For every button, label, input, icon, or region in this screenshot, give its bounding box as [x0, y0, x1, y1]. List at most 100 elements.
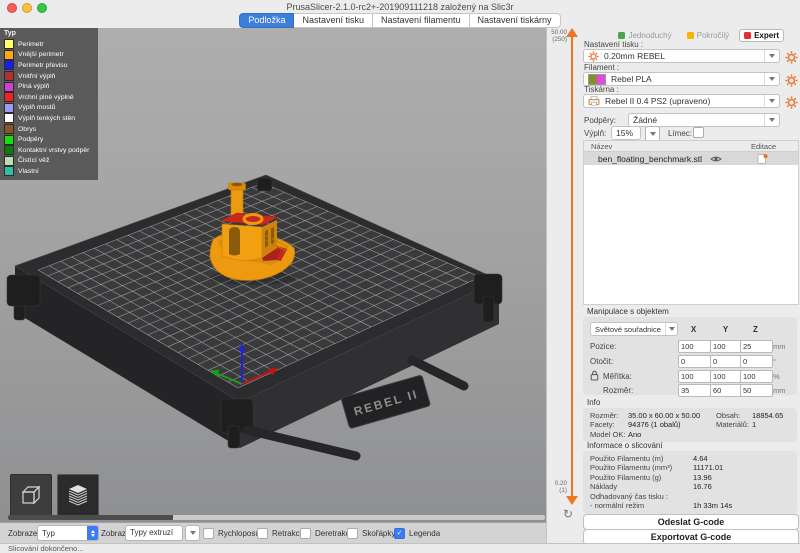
info-volume-label: Obsah:: [716, 411, 752, 420]
slider-reset-icon[interactable]: ↻: [563, 508, 573, 520]
mode-expert-button[interactable]: Expert: [739, 29, 784, 42]
object-name: ben_floating_benchmark.stl: [598, 154, 702, 164]
checkbox-shells[interactable]: [347, 528, 358, 539]
object-list[interactable]: ben_floating_benchmark.stl: [583, 151, 799, 305]
tab-bar: Podložka Nastavení tisku Nastavení filam…: [0, 13, 800, 28]
filament-color-swatch: [588, 74, 606, 85]
size-z-input[interactable]: 50: [740, 384, 773, 397]
printer-dropdown[interactable]: Rebel II 0.4 PS2 (upraveno): [583, 94, 780, 108]
send-gcode-button[interactable]: Odeslat G-code: [583, 514, 799, 530]
tab-plater[interactable]: Podložka: [239, 13, 294, 28]
size-label: Rozměr:: [603, 386, 633, 395]
rotate-z-input[interactable]: 0: [740, 355, 773, 368]
layer-slider-track[interactable]: [571, 35, 573, 498]
info-manifold-value: Ano: [628, 430, 716, 439]
view-preview-button[interactable]: [57, 474, 99, 516]
tab-printer-settings[interactable]: Nastavení tiskárny: [470, 13, 561, 28]
dropdown-stepper-icon: [87, 526, 98, 540]
legend-item: Obrys: [4, 124, 98, 135]
gear-icon: [785, 51, 798, 64]
legend-item: Perimetr: [4, 39, 98, 50]
position-y-input[interactable]: 100: [710, 340, 743, 353]
info-materials-value: 1: [752, 420, 797, 429]
position-z-input[interactable]: 25: [740, 340, 773, 353]
checkbox-retractions[interactable]: [257, 528, 268, 539]
edit-object-icon[interactable]: [757, 153, 768, 164]
infill-label: Výplň:: [584, 129, 606, 138]
axis-y-header: Y: [710, 325, 741, 334]
show-filter-field[interactable]: Typy extruzí: [125, 525, 183, 541]
color-chip: [4, 124, 14, 134]
3d-viewport[interactable]: REBEL II: [0, 28, 546, 522]
brim-checkbox[interactable]: [693, 127, 704, 138]
chevron-down-icon: [764, 114, 779, 126]
view-type-dropdown[interactable]: Typ: [37, 525, 99, 541]
checkbox-travel[interactable]: [203, 528, 214, 539]
print-settings-gear-icon: [588, 51, 599, 62]
chevron-down-icon: [650, 132, 656, 136]
axis-z-header: Z: [740, 325, 771, 334]
rotate-label: Otočit:: [590, 357, 613, 366]
print-settings-dropdown[interactable]: 0.20mm REBEL: [583, 49, 780, 63]
color-chip: [4, 145, 14, 155]
rotate-x-input[interactable]: 0: [678, 355, 711, 368]
horizontal-range-slider[interactable]: [8, 515, 545, 520]
tab-print-settings[interactable]: Nastavení tisku: [294, 13, 373, 28]
printer-label: Tiskárna :: [584, 85, 619, 94]
position-x-input[interactable]: 100: [678, 340, 711, 353]
scale-z-input[interactable]: 100: [740, 370, 773, 383]
legend-item: Výplň mostů: [4, 103, 98, 114]
filament-detail-button[interactable]: [784, 73, 798, 87]
layer-slider[interactable]: 50.00 (250) 0.20 (1) ↻: [546, 28, 579, 543]
coordinate-system-dropdown[interactable]: Světové souřadnice: [590, 322, 678, 336]
legend-item: Výplň tenkých stěn: [4, 113, 98, 124]
info-facets-value: 94376 (1 obalů): [628, 420, 716, 429]
infill-value-field[interactable]: 15%: [611, 126, 641, 140]
eye-icon[interactable]: [710, 155, 722, 163]
manipulation-title: Manipulace s objektem: [587, 307, 669, 316]
legend-item: Kontaktní vrstvy podpěr: [4, 145, 98, 156]
edit-column-header: Editace: [751, 142, 776, 151]
preview-toolbar: Zobrazení Typ Zobrazit Typy extruzí Rych…: [0, 522, 546, 544]
filament-dropdown[interactable]: Rebel PLA: [583, 72, 780, 86]
color-chip: [4, 71, 14, 81]
scale-y-input[interactable]: 100: [710, 370, 743, 383]
show-filter-dropdown-button[interactable]: [185, 525, 200, 541]
window-title: PrusaSlicer-2.1.0-rc2+-201909111218 zalo…: [0, 2, 800, 12]
color-chip: [4, 113, 14, 123]
scale-x-input[interactable]: 100: [678, 370, 711, 383]
gear-icon: [785, 74, 798, 87]
legend-item: Čistící věž: [4, 156, 98, 167]
prusaslicer-window: PrusaSlicer-2.1.0-rc2+-201909111218 zalo…: [0, 0, 800, 553]
checkbox-unretractions[interactable]: [300, 528, 311, 539]
view-mode-toggles: [10, 474, 99, 516]
view-3d-button[interactable]: [10, 474, 52, 516]
printer-icon: [588, 96, 600, 106]
mode-simple-icon: [618, 32, 625, 39]
cube-icon: [19, 483, 43, 507]
legend-panel: Typ Perimetr Vnější perimetr Perimetr př…: [0, 28, 98, 180]
printer-detail-button[interactable]: [784, 95, 798, 109]
color-chip: [4, 103, 14, 113]
supports-dropdown[interactable]: Žádné: [628, 113, 780, 127]
chevron-down-icon: [665, 323, 677, 335]
info-title: Info: [587, 398, 600, 407]
print-settings-detail-button[interactable]: [784, 50, 798, 64]
layer-slider-bottom-handle[interactable]: [566, 496, 578, 505]
rotate-y-input[interactable]: 0: [710, 355, 743, 368]
object-row[interactable]: ben_floating_benchmark.stl: [584, 152, 798, 165]
lock-icon[interactable]: [590, 370, 599, 381]
status-text: Slicování dokončeno...: [8, 544, 83, 553]
size-y-input[interactable]: 60: [710, 384, 743, 397]
mode-advanced-button[interactable]: Pokročilý: [682, 29, 734, 42]
status-bar: Slicování dokončeno...: [0, 543, 800, 553]
tab-filament-settings[interactable]: Nastavení filamentu: [373, 13, 470, 28]
supports-label: Podpěry:: [584, 116, 616, 125]
size-x-input[interactable]: 35: [678, 384, 711, 397]
layers-icon: [66, 483, 90, 507]
info-size-label: Rozměr:: [590, 411, 628, 420]
info-volume-value: 18854.65: [752, 411, 797, 420]
sliced-info-panel: Použito Filamentu (m)4.64 Použito Filame…: [583, 451, 797, 514]
chevron-down-icon: [190, 531, 196, 535]
checkbox-legend[interactable]: [394, 528, 405, 539]
